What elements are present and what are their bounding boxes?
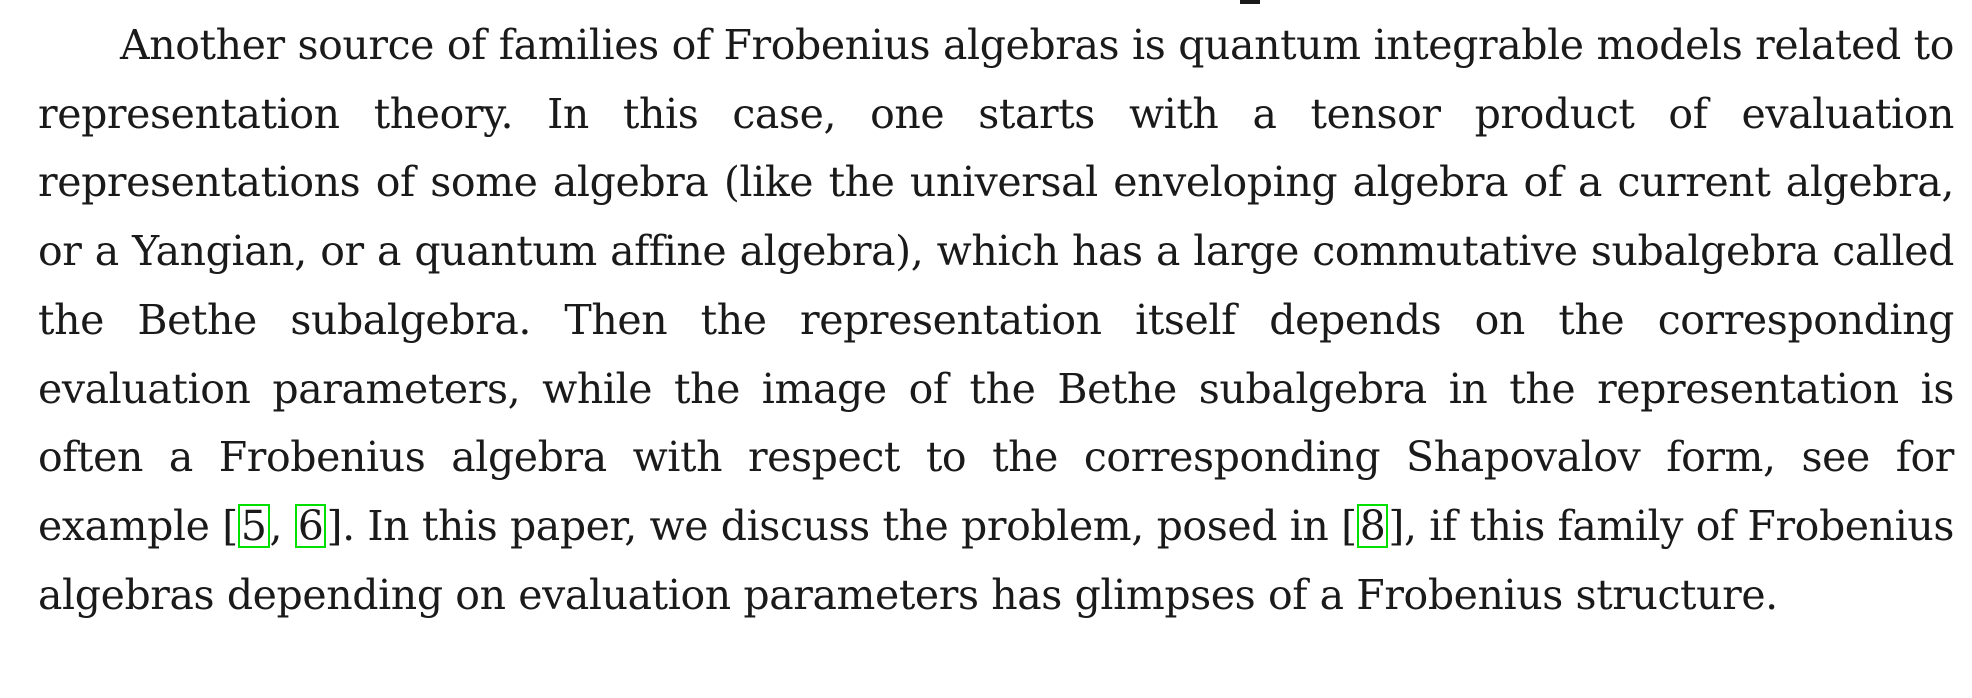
citation-bracket-close: ] (1388, 501, 1405, 550)
citation-bracket-open: [ (1341, 501, 1357, 550)
citation-bracket-open: [ (222, 501, 238, 550)
paragraph-text-2: . In this paper, we discuss the problem,… (342, 501, 1342, 550)
citation-link-5[interactable]: 5 (237, 503, 270, 548)
page-edge-artifact (1240, 0, 1260, 4)
body-paragraph: Another source of families of Frobenius … (38, 11, 1954, 629)
citation-link-8[interactable]: 8 (1356, 503, 1389, 548)
citation-separator: , (269, 501, 295, 550)
citation-bracket-close: ] (326, 501, 343, 550)
citation-link-6[interactable]: 6 (294, 503, 327, 548)
paragraph-text-1: Another source of families of Frobenius … (38, 21, 1954, 550)
paper-page: Another source of families of Frobenius … (38, 11, 1954, 629)
